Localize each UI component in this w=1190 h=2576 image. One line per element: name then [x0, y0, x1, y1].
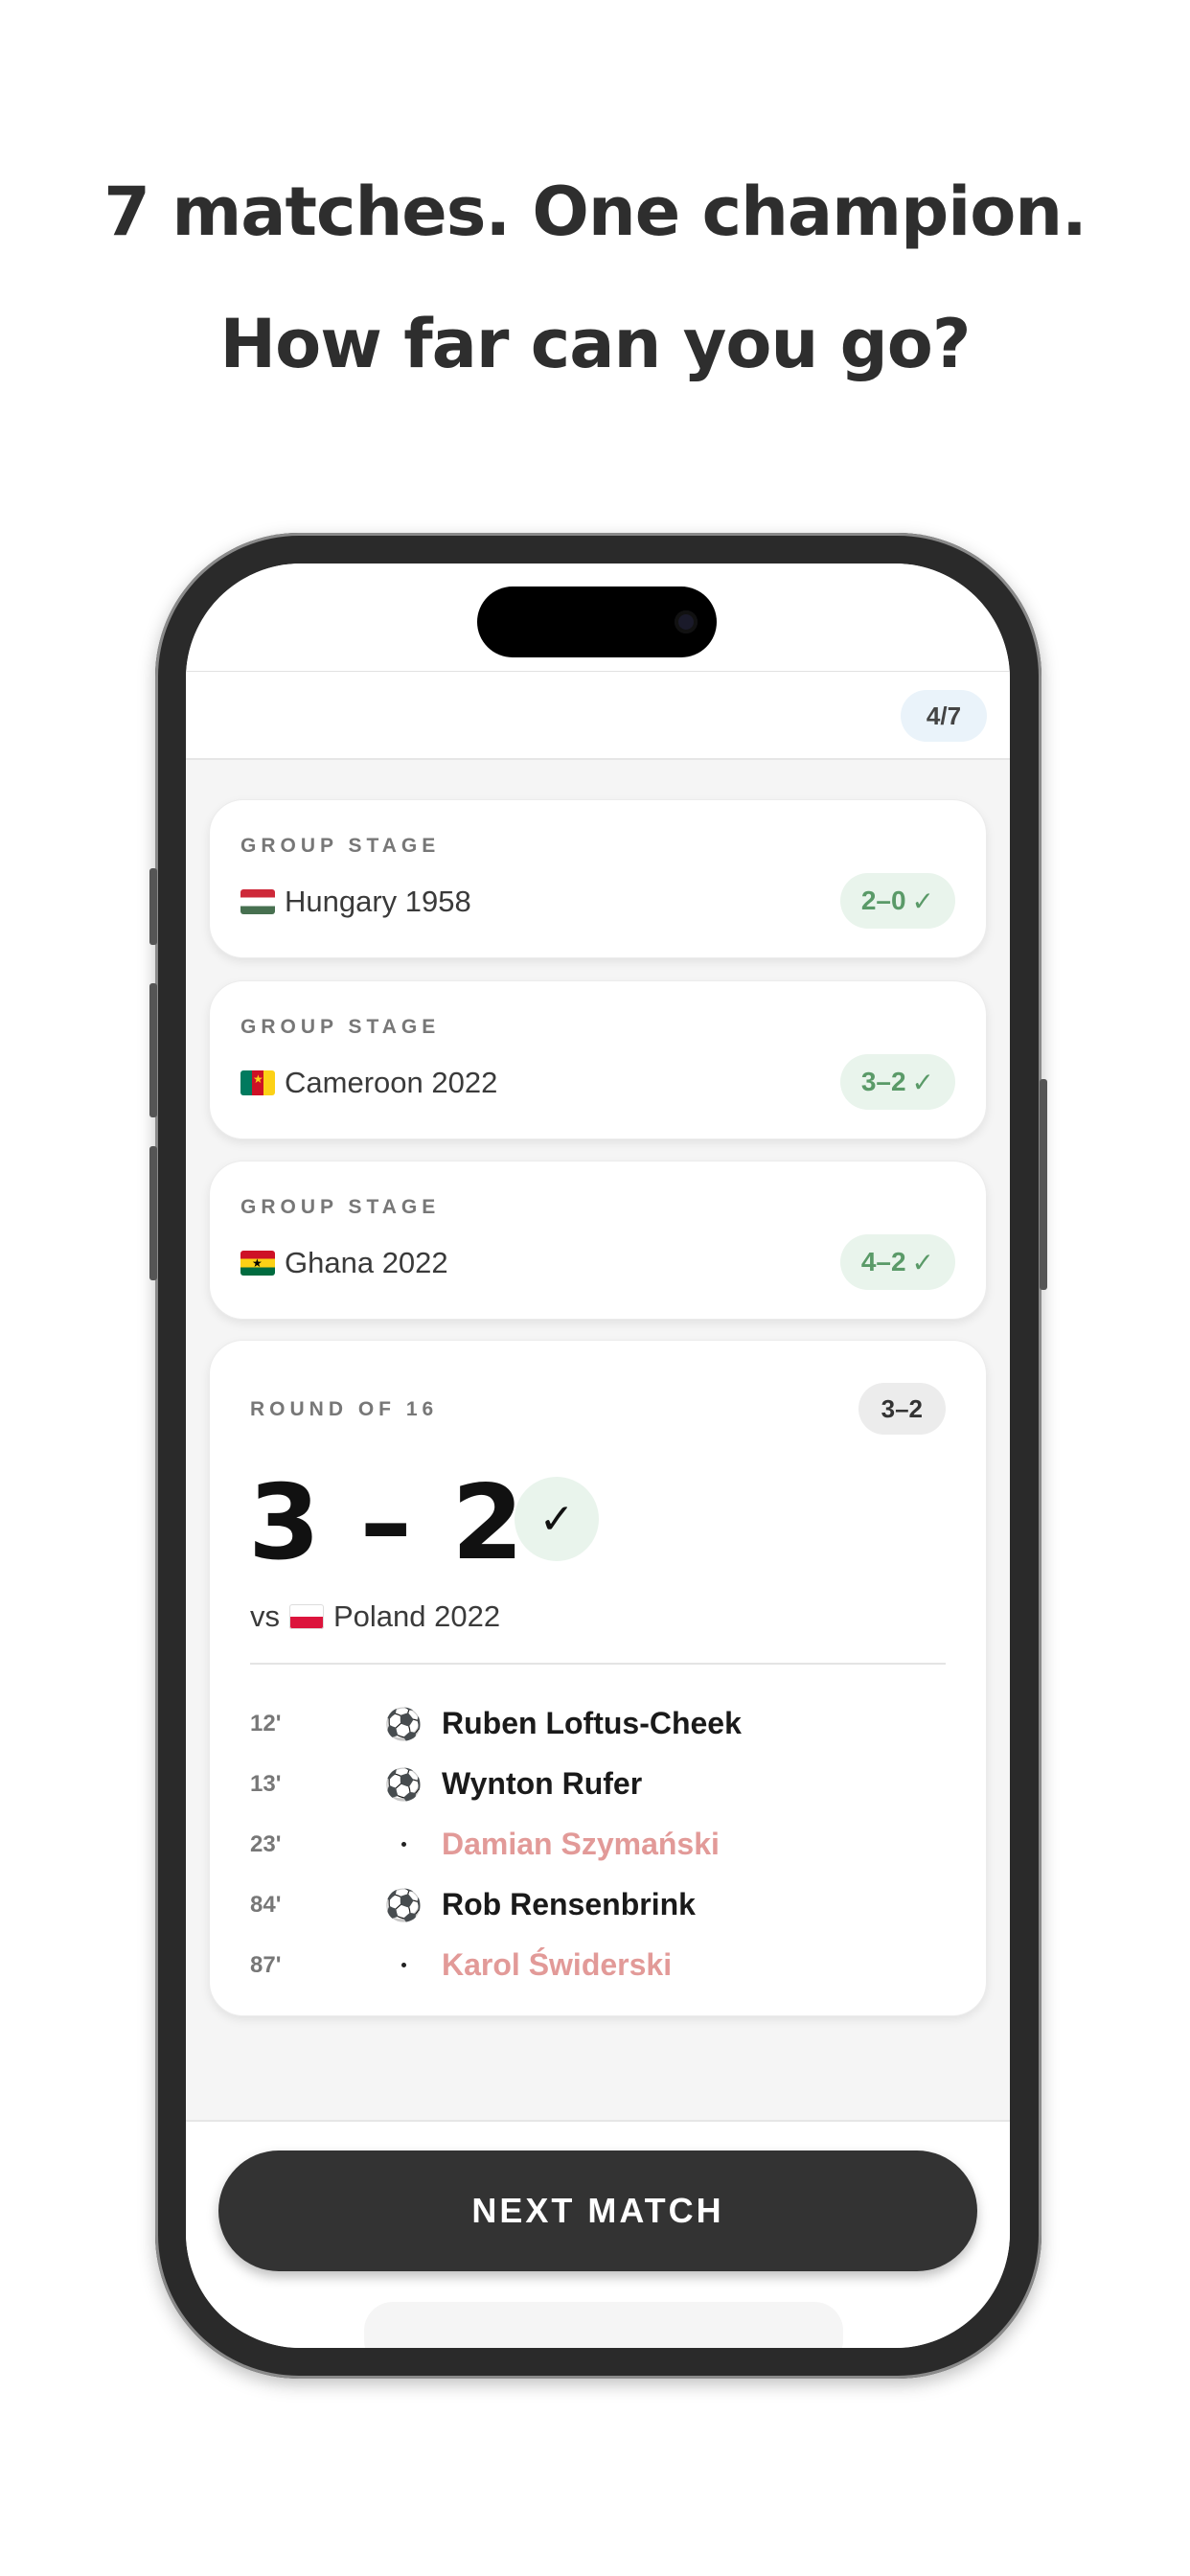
match-stage: GROUP STAGE: [240, 1196, 441, 1218]
match-card-2[interactable]: GROUP STAGE Cameroon 2022 3–2 ✓: [209, 980, 987, 1139]
score-badge: 3–2: [858, 1383, 946, 1435]
team-name: Cameroon 2022: [285, 1066, 498, 1099]
soccer-ball-icon: ⚽: [384, 1706, 423, 1741]
home-indicator: [364, 2302, 843, 2348]
marketing-headline-1: 7 matches. One champion.: [103, 172, 1087, 251]
soccer-ball-icon: ⚽: [384, 1887, 423, 1922]
team-name: Ghana 2022: [285, 1246, 448, 1279]
match-stage: ROUND OF 16: [250, 1398, 439, 1420]
check-icon: ✓: [911, 1067, 934, 1097]
event-minute: 87': [250, 1951, 282, 1978]
scorer-name: Karol Świderski: [442, 1947, 673, 1982]
event-minute: 84': [250, 1891, 282, 1918]
result-badge: 2–0 ✓: [839, 873, 955, 929]
dynamic-island: [477, 586, 717, 657]
bottom-bar: NEXT MATCH: [186, 2120, 1010, 2348]
divider: [250, 1663, 946, 1665]
vs-label: vs: [250, 1599, 280, 1633]
phone-screen: 4/7 GROUP STAGE Hungary 1958 2–0 ✓ GROUP…: [186, 564, 1010, 2348]
match-team: Ghana 2022: [240, 1246, 448, 1280]
cameroon-flag-icon: [240, 1070, 275, 1095]
match-team: Hungary 1958: [240, 885, 471, 919]
progress-badge: 4/7: [901, 690, 987, 742]
dot-icon: [375, 1842, 432, 1847]
event-minute: 23': [250, 1830, 282, 1857]
match-card-1[interactable]: GROUP STAGE Hungary 1958 2–0 ✓: [209, 799, 987, 958]
result-badge: 3–2 ✓: [839, 1054, 955, 1110]
goal-events-list: 12' ⚽ Ruben Loftus-Cheek 13' ⚽ Wynton Ru…: [250, 1693, 950, 1995]
scorer-name: Wynton Rufer: [442, 1766, 643, 1801]
match-stage: GROUP STAGE: [240, 835, 441, 857]
scorer-name: Rob Rensenbrink: [442, 1887, 696, 1921]
result-score: 2–0: [860, 886, 906, 915]
ghana-flag-icon: [240, 1251, 275, 1276]
event-minute: 13': [250, 1770, 282, 1797]
current-match-card: ROUND OF 16 3–2 3 – 2 ✓ vs Poland 2022 1…: [209, 1340, 987, 2016]
check-icon: ✓: [911, 886, 934, 916]
goal-event-opponent: 23' Damian Szymański: [250, 1814, 950, 1874]
event-minute: 12': [250, 1710, 282, 1736]
marketing-headline-2: How far can you go?: [219, 305, 972, 383]
scorer-name: Damian Szymański: [442, 1827, 720, 1861]
poland-flag-icon: [289, 1604, 324, 1629]
check-icon: ✓: [911, 1247, 934, 1277]
goal-event: 84' ⚽ Rob Rensenbrink: [250, 1874, 950, 1935]
result-score: 3–2: [860, 1067, 906, 1096]
goal-event-opponent: 87' Karol Świderski: [250, 1935, 950, 1995]
match-card-3[interactable]: GROUP STAGE Ghana 2022 4–2 ✓: [209, 1161, 987, 1320]
match-team: Cameroon 2022: [240, 1066, 497, 1100]
next-match-button[interactable]: NEXT MATCH: [218, 2150, 977, 2271]
result-score: 4–2: [860, 1247, 906, 1276]
final-score: 3 – 2: [248, 1463, 526, 1583]
hungary-flag-icon: [240, 889, 275, 914]
soccer-ball-icon: ⚽: [384, 1766, 423, 1802]
scorer-name: Ruben Loftus-Cheek: [442, 1706, 742, 1740]
check-icon: ✓: [515, 1477, 599, 1561]
match-stage: GROUP STAGE: [240, 1016, 441, 1038]
goal-event: 13' ⚽ Wynton Rufer: [250, 1754, 950, 1814]
dot-icon: [375, 1963, 432, 1967]
opponent-line: vs Poland 2022: [250, 1599, 500, 1634]
camera-icon: [675, 610, 698, 633]
team-name: Hungary 1958: [285, 885, 471, 918]
result-badge: 4–2 ✓: [839, 1234, 955, 1290]
opponent-name: Poland 2022: [333, 1599, 501, 1633]
goal-event: 12' ⚽ Ruben Loftus-Cheek: [250, 1693, 950, 1754]
